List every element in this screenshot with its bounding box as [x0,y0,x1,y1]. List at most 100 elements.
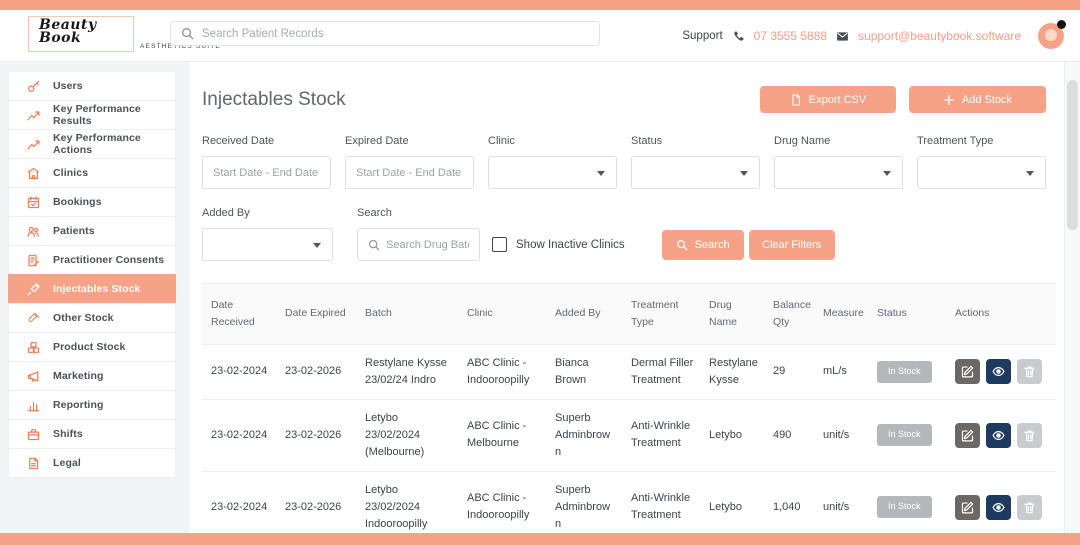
boxes-icon [27,341,40,354]
support-email-link[interactable]: support@beautybook.software [858,29,1021,43]
expired-date-input[interactable] [356,167,463,179]
cell-treatment-type: Anti-Wrinkle Treatment [622,399,700,471]
eye-icon [992,501,1005,514]
cell-date-received: 23-02-2024 [202,399,276,471]
support-phone-link[interactable]: 07 3555 5888 [754,29,827,43]
delete-button[interactable] [1017,423,1042,448]
trend-chart-icon [27,109,40,122]
sidebar-item-label: Product Stock [53,341,125,353]
delete-button[interactable] [1017,359,1042,384]
added-by-select[interactable] [202,228,333,261]
column-header: Drug Name [700,284,764,345]
edit-button[interactable] [955,359,980,384]
sidebar-item-shifts[interactable]: Shifts [8,419,176,449]
clinic-select[interactable] [488,156,617,189]
key-icon [27,80,40,93]
trend-chart-icon [27,138,40,151]
plus-icon [943,94,955,106]
view-button[interactable] [986,359,1011,384]
search-icon [181,27,194,40]
added-by-label: Added By [202,207,333,219]
envelope-icon [836,30,849,43]
sidebar-item-reporting[interactable]: Reporting [8,390,176,420]
cell-balance-qty: 29 [764,344,814,399]
status-select[interactable] [631,156,760,189]
export-csv-button[interactable]: Export CSV [760,86,896,113]
add-stock-label: Add Stock [962,94,1012,106]
sidebar-item-label: Bookings [53,196,102,208]
sidebar-item-key-performance-results[interactable]: Key Performance Results [8,100,176,130]
table-row: 23-02-202423-02-2026Letybo 23/02/2024 (M… [202,399,1056,471]
sidebar-item-label: Other Stock [53,312,114,324]
brand-logo[interactable]: Beauty Book [28,16,134,52]
expired-date-field[interactable] [345,156,474,189]
calendar-icon [27,196,40,209]
page-scrollbar[interactable] [1064,10,1080,545]
file-icon [790,94,802,106]
sidebar-item-label: Key Performance Actions [53,132,175,156]
export-csv-label: Export CSV [809,94,866,106]
sidebar-item-users[interactable]: Users [8,71,176,101]
sidebar-item-key-performance-actions[interactable]: Key Performance Actions [8,129,176,159]
sidebar-item-label: Legal [53,457,81,469]
edit-button[interactable] [955,495,980,520]
view-button[interactable] [986,495,1011,520]
notification-dot [1057,20,1066,29]
app-header: Beauty Book AESTHETICS SUITE Support 07 … [0,10,1080,62]
cell-measure: unit/s [814,399,868,471]
sidebar-item-clinics[interactable]: Clinics [8,158,176,188]
delete-button[interactable] [1017,495,1042,520]
batch-search-field[interactable] [357,228,480,261]
sidebar-item-bookings[interactable]: Bookings [8,187,176,217]
column-header: Status [868,284,946,345]
clear-filters-button[interactable]: Clear Filters [749,230,835,260]
sidebar-item-other-stock[interactable]: Other Stock [8,303,176,333]
view-button[interactable] [986,423,1011,448]
sidebar-item-legal[interactable]: Legal [8,448,176,478]
treatment-type-label: Treatment Type [917,135,1046,147]
cell-clinic: ABC Clinic - Melbourne [458,399,546,471]
legal-document-icon [27,457,40,470]
filter-search-label: Search [695,239,730,251]
column-header: Batch [356,284,458,345]
cell-batch: Restylane Kysse 23/02/24 Indro [356,344,458,399]
phone-icon [732,30,745,43]
edit-button[interactable] [955,423,980,448]
drug-name-label: Drug Name [774,135,903,147]
cell-added-by: Superb Adminbrown [546,399,622,471]
sidebar-item-patients[interactable]: Patients [8,216,176,246]
patient-search-box[interactable] [170,21,600,46]
patients-icon [27,225,40,238]
cell-date-received: 23-02-2024 [202,344,276,399]
column-header: Balance Qty [764,284,814,345]
sidebar-item-practitioner-consents[interactable]: Practitioner Consents [8,245,176,275]
treatment-type-select[interactable] [917,156,1046,189]
support-label: Support [682,30,722,42]
received-date-input[interactable] [213,167,320,179]
edit-icon [961,429,974,442]
received-date-field[interactable] [202,156,331,189]
sidebar-item-label: Practitioner Consents [53,254,164,266]
sidebar-item-label: Shifts [53,428,83,440]
add-stock-button[interactable]: Add Stock [909,86,1046,113]
patient-search-input[interactable] [202,28,589,40]
sidebar-item-product-stock[interactable]: Product Stock [8,332,176,362]
batch-search-input[interactable] [386,239,469,251]
scrollbar-thumb[interactable] [1067,80,1078,230]
drug-name-select[interactable] [774,156,903,189]
column-header: Actions [946,284,1056,345]
user-avatar[interactable] [1038,23,1064,49]
top-accent-bar [0,0,1080,10]
cell-date-expired: 23-02-2026 [276,344,356,399]
cell-balance-qty: 490 [764,399,814,471]
sidebar-item-injectables-stock[interactable]: Injectables Stock [8,274,176,304]
filter-search-button[interactable]: Search [662,230,744,260]
column-header: Added By [546,284,622,345]
show-inactive-checkbox[interactable] [492,237,507,252]
sidebar-item-marketing[interactable]: Marketing [8,361,176,391]
cell-drug-name: Letybo [700,399,764,471]
column-header: Date Expired [276,284,356,345]
sidebar-item-label: Injectables Stock [53,283,140,295]
clinic-label: Clinic [488,135,617,147]
clinic-building-icon [27,167,40,180]
